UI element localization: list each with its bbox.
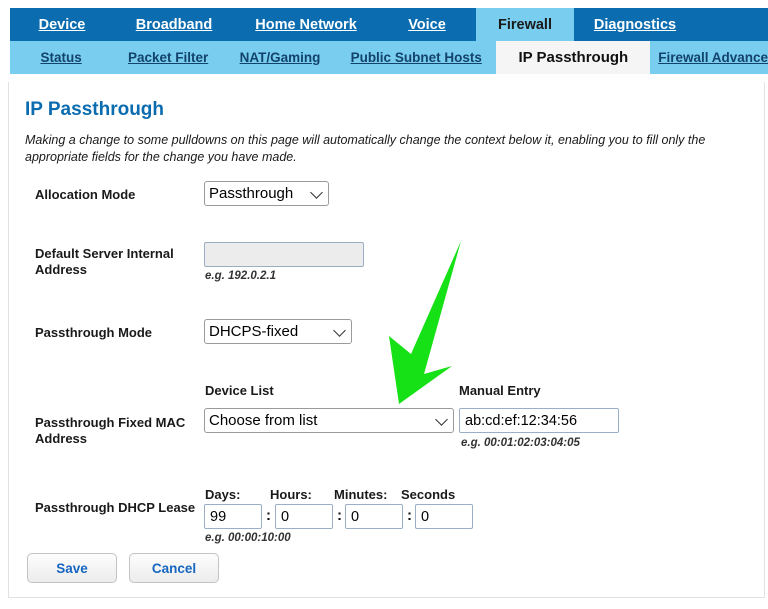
passthrough-dhcp-lease-label: Passthrough DHCP Lease <box>35 500 196 515</box>
passthrough-mode-select-wrapper[interactable]: DHCPS-fixed <box>204 319 352 344</box>
nav-item-firewall[interactable]: Firewall <box>476 8 574 41</box>
subnav-item-ip-passthrough[interactable]: IP Passthrough <box>496 41 651 74</box>
save-button[interactable]: Save <box>27 553 117 583</box>
allocation-mode-select-wrapper[interactable]: Passthrough <box>204 181 329 206</box>
passthrough-fixed-mac-label: Passthrough Fixed MAC Address <box>35 415 186 447</box>
device-list-select-wrapper[interactable]: Choose from list <box>204 408 454 433</box>
days-label: Days: <box>205 487 241 502</box>
nav-filler <box>696 8 768 41</box>
allocation-mode-select[interactable]: Passthrough <box>204 181 329 206</box>
subnav-item-public-subnet-hosts[interactable]: Public Subnet Hosts <box>336 41 497 74</box>
manual-entry-mac-input[interactable] <box>459 408 619 433</box>
content-card: IP Passthrough Making a change to some p… <box>8 82 765 598</box>
lease-separator-2: : <box>337 507 342 524</box>
default-server-address-label: Default Server Internal Address <box>35 246 174 278</box>
nav-item-device[interactable]: Device <box>10 8 114 41</box>
manual-entry-mac-hint: e.g. 00:01:02:03:04:05 <box>461 437 580 449</box>
device-list-column-header: Device List <box>205 383 274 398</box>
nav-item-home-network[interactable]: Home Network <box>234 8 378 41</box>
page-title: IP Passthrough <box>25 99 165 120</box>
device-list-select[interactable]: Choose from list <box>204 408 454 433</box>
main-navigation-bar: Device Broadband Home Network Voice Fire… <box>10 8 768 41</box>
ip-passthrough-page: Device Broadband Home Network Voice Fire… <box>0 0 768 609</box>
minutes-label: Minutes: <box>334 487 388 502</box>
subnav-item-status[interactable]: Status <box>10 41 112 74</box>
dhcp-lease-seconds-input[interactable] <box>415 504 473 529</box>
nav-item-broadband[interactable]: Broadband <box>114 8 234 41</box>
dhcp-lease-days-input[interactable] <box>204 504 262 529</box>
default-server-address-input[interactable] <box>204 242 364 267</box>
nav-item-diagnostics[interactable]: Diagnostics <box>574 8 696 41</box>
dhcp-lease-minutes-input[interactable] <box>345 504 403 529</box>
lease-separator-1: : <box>266 507 271 524</box>
seconds-label: Seconds <box>401 487 456 502</box>
nav-item-voice[interactable]: Voice <box>378 8 476 41</box>
hours-label: Hours: <box>270 487 312 502</box>
passthrough-mode-label: Passthrough Mode <box>35 325 153 340</box>
subnav-item-firewall-advanced[interactable]: Firewall Advance <box>650 41 768 74</box>
dhcp-lease-hours-input[interactable] <box>275 504 333 529</box>
subnav-item-packet-filter[interactable]: Packet Filter <box>112 41 224 74</box>
allocation-mode-label: Allocation Mode <box>35 187 136 202</box>
page-intro-text: Making a change to some pulldowns on thi… <box>25 133 706 164</box>
sub-navigation-bar: Status Packet Filter NAT/Gaming Public S… <box>10 41 768 74</box>
subnav-item-nat-gaming[interactable]: NAT/Gaming <box>224 41 336 74</box>
cancel-button[interactable]: Cancel <box>129 553 219 583</box>
lease-separator-3: : <box>407 507 412 524</box>
manual-entry-column-header: Manual Entry <box>459 383 541 398</box>
default-server-address-hint: e.g. 192.0.2.1 <box>205 270 276 282</box>
passthrough-mode-select[interactable]: DHCPS-fixed <box>204 319 352 344</box>
dhcp-lease-hint: e.g. 00:00:10:00 <box>205 532 291 544</box>
